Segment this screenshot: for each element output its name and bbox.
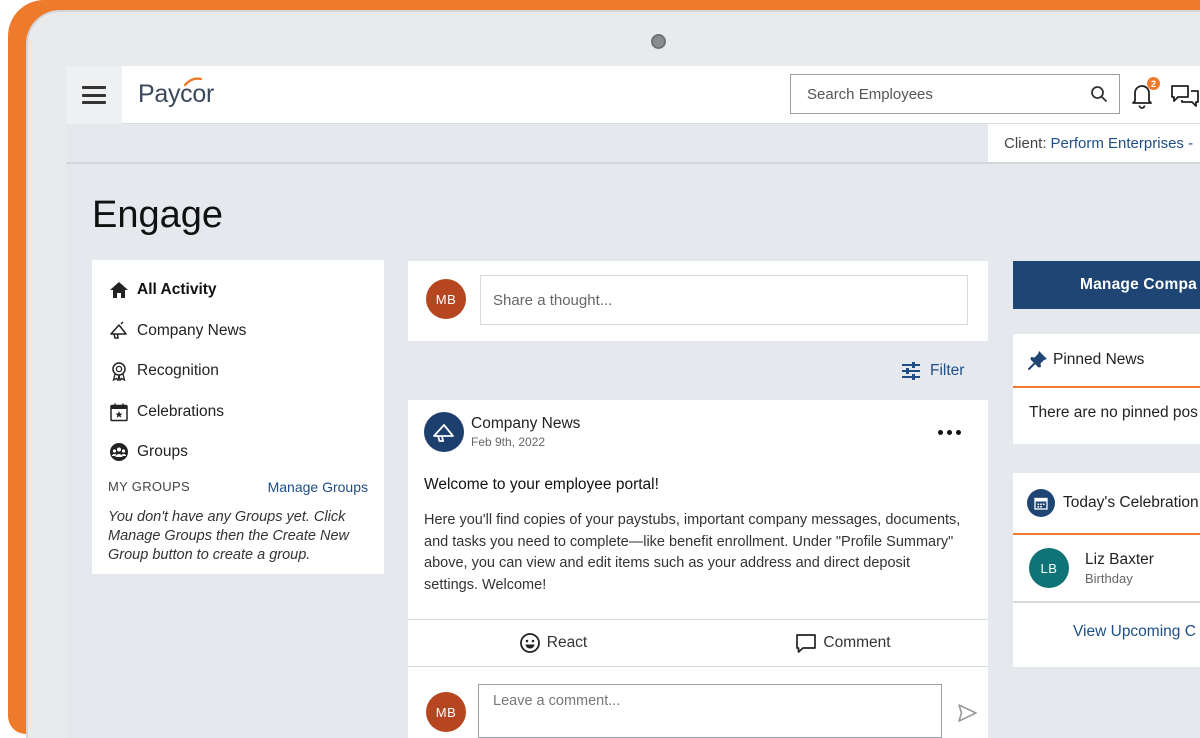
manage-groups-link[interactable]: Manage Groups bbox=[268, 479, 368, 495]
more-options-icon[interactable] bbox=[938, 430, 961, 435]
pin-icon bbox=[1027, 349, 1049, 371]
megaphone-icon bbox=[108, 320, 130, 342]
app-screen: Paycor 2 Client: Perform Enterprises - E… bbox=[66, 66, 1200, 738]
post-meta: Company News Feb 9th, 2022 bbox=[471, 415, 580, 449]
nav-item-label: Recognition bbox=[137, 362, 219, 380]
comment-input[interactable] bbox=[478, 684, 942, 738]
nav-item-label: Groups bbox=[137, 443, 188, 461]
award-icon bbox=[108, 360, 130, 382]
home-icon bbox=[108, 279, 130, 301]
my-groups-header: MY GROUPS Manage Groups bbox=[108, 476, 368, 498]
celebrations-title: Today's Celebration bbox=[1063, 494, 1199, 511]
nav-item-company-news[interactable]: Company News bbox=[108, 311, 368, 352]
calendar-star-icon bbox=[108, 401, 130, 423]
send-icon[interactable] bbox=[956, 702, 978, 724]
engage-nav: All Activity Company News Recognition Ce… bbox=[92, 260, 384, 574]
share-thought-input[interactable] bbox=[480, 275, 968, 325]
comment-label: Comment bbox=[823, 634, 891, 651]
post-date: Feb 9th, 2022 bbox=[471, 435, 546, 449]
smiley-icon bbox=[519, 632, 541, 654]
react-button[interactable]: React bbox=[408, 620, 698, 666]
nav-item-all-activity[interactable]: All Activity bbox=[108, 270, 368, 311]
celebration-person-name: Liz Baxter bbox=[1085, 550, 1154, 568]
notification-badge: 2 bbox=[1147, 77, 1160, 90]
menu-button[interactable] bbox=[66, 66, 122, 124]
page-title: Engage bbox=[92, 194, 224, 236]
sliders-icon bbox=[900, 360, 922, 382]
pinned-news-title: Pinned News bbox=[1053, 351, 1145, 368]
celebrations-card: Today's Celebration LB Liz Baxter Birthd… bbox=[1013, 473, 1200, 667]
megaphone-icon bbox=[424, 412, 464, 452]
my-groups-label: MY GROUPS bbox=[108, 479, 190, 494]
client-bar: Client: Perform Enterprises - bbox=[66, 124, 1200, 164]
avatar: LB bbox=[1029, 548, 1069, 588]
no-groups-message: You don't have any Groups yet. Click Man… bbox=[108, 508, 349, 563]
client-label: Client: bbox=[1004, 134, 1047, 152]
hamburger-icon bbox=[82, 86, 106, 104]
nav-item-label: Company News bbox=[137, 321, 247, 339]
news-post-card: Company News Feb 9th, 2022 Welcome to yo… bbox=[408, 400, 988, 738]
client-selector[interactable]: Client: Perform Enterprises - bbox=[988, 124, 1200, 162]
nav-item-groups[interactable]: Groups bbox=[108, 432, 368, 473]
employee-search bbox=[790, 74, 1120, 114]
filter-button[interactable]: Filter bbox=[900, 360, 964, 382]
filter-label: Filter bbox=[930, 362, 965, 379]
celebration-info: Liz Baxter Birthday bbox=[1085, 551, 1154, 586]
nav-item-label: Celebrations bbox=[137, 402, 225, 420]
manage-company-button[interactable]: Manage Compa bbox=[1013, 261, 1200, 309]
pinned-news-card: Pinned News There are no pinned pos bbox=[1013, 334, 1200, 444]
pinned-news-empty: There are no pinned pos bbox=[1029, 404, 1198, 421]
search-icon[interactable] bbox=[1079, 74, 1119, 114]
comment-button[interactable]: Comment bbox=[698, 620, 988, 666]
calendar-icon bbox=[1027, 489, 1055, 517]
nav-item-label: All Activity bbox=[137, 281, 217, 299]
share-thought-card: MB bbox=[408, 261, 988, 341]
nav-item-recognition[interactable]: Recognition bbox=[108, 351, 368, 392]
post-body: Here you'll find copies of your paystubs… bbox=[424, 512, 961, 593]
post-author[interactable]: Company News bbox=[471, 415, 580, 433]
react-label: React bbox=[546, 634, 588, 651]
celebration-item[interactable]: LB Liz Baxter Birthday bbox=[1013, 535, 1200, 603]
celebration-type: Birthday bbox=[1085, 570, 1133, 586]
avatar: MB bbox=[426, 279, 466, 319]
paycor-logo[interactable]: Paycor bbox=[138, 80, 214, 109]
camera-icon bbox=[651, 34, 666, 49]
post-title: Welcome to your employee portal! bbox=[424, 476, 659, 493]
comment-icon bbox=[795, 632, 817, 654]
post-header: Company News Feb 9th, 2022 bbox=[424, 412, 580, 452]
post-actions: React Comment bbox=[408, 619, 988, 667]
nav-item-celebrations[interactable]: Celebrations bbox=[108, 392, 368, 433]
search-input[interactable] bbox=[791, 75, 1079, 113]
client-name: Perform Enterprises - bbox=[1050, 134, 1194, 152]
avatar: MB bbox=[426, 692, 466, 732]
celebrations-header: Today's Celebration bbox=[1013, 473, 1200, 535]
top-header: Paycor 2 bbox=[66, 66, 1200, 124]
chat-icon[interactable] bbox=[1170, 82, 1200, 110]
view-upcoming-link[interactable]: View Upcoming C bbox=[1013, 603, 1200, 641]
groups-icon bbox=[108, 441, 130, 463]
logo-swoosh-icon bbox=[184, 77, 202, 87]
pinned-news-header: Pinned News bbox=[1013, 334, 1200, 388]
